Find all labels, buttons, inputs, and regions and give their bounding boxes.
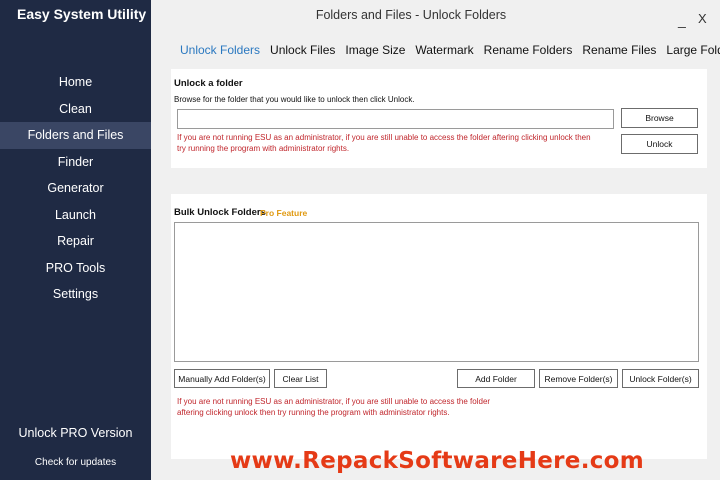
repack-watermark: www.RepackSoftwareHere.com	[230, 448, 645, 474]
tab-image-size[interactable]: Image Size	[345, 43, 405, 57]
sidebar-item-folders-and-files[interactable]: Folders and Files	[0, 122, 151, 149]
tab-rename-folders[interactable]: Rename Folders	[484, 43, 573, 57]
sidebar-item-finder[interactable]: Finder	[0, 149, 151, 176]
sidebar-item-clean[interactable]: Clean	[0, 96, 151, 123]
bulk-folder-list[interactable]	[174, 222, 699, 362]
bulk-unlock-heading: Bulk Unlock Folders	[174, 207, 266, 218]
browse-button[interactable]: Browse	[621, 108, 698, 128]
bulk-warning-line-2: aftering clicking unlock then try runnin…	[177, 408, 450, 417]
app-title: Easy System Utility	[17, 6, 147, 22]
check-updates-link[interactable]: Check for updates	[0, 457, 151, 468]
sidebar-item-generator[interactable]: Generator	[0, 175, 151, 202]
unlock-pro-link[interactable]: Unlock PRO Version	[0, 426, 151, 440]
unlock-folder-panel: Unlock a folder Browse for the folder th…	[171, 69, 707, 168]
folder-path-input[interactable]	[177, 109, 614, 129]
tab-bar: Unlock Folders Unlock Files Image Size W…	[180, 43, 720, 57]
close-button[interactable]: X	[698, 11, 707, 26]
unlock-warning-line-1: If you are not running ESU as an adminis…	[177, 133, 591, 142]
tab-large-folders[interactable]: Large Folders	[666, 43, 720, 57]
manually-add-folders-button[interactable]: Manually Add Folder(s)	[174, 369, 270, 388]
sidebar-item-home[interactable]: Home	[0, 69, 151, 96]
pro-feature-badge: Pro Feature	[260, 208, 308, 218]
main-area: Folders and Files - Unlock Folders _ X U…	[151, 0, 720, 480]
sidebar-nav: Home Clean Folders and Files Finder Gene…	[0, 69, 151, 308]
unlock-warning-line-2: try running the program with administrat…	[177, 144, 350, 153]
tab-watermark[interactable]: Watermark	[415, 43, 473, 57]
sidebar-item-repair[interactable]: Repair	[0, 228, 151, 255]
remove-folders-button[interactable]: Remove Folder(s)	[539, 369, 618, 388]
minimize-button[interactable]: _	[678, 12, 686, 28]
unlock-button[interactable]: Unlock	[621, 134, 698, 154]
tab-rename-files[interactable]: Rename Files	[582, 43, 656, 57]
unlock-folders-button[interactable]: Unlock Folder(s)	[622, 369, 699, 388]
add-folder-button[interactable]: Add Folder	[457, 369, 535, 388]
bulk-unlock-panel: Bulk Unlock Folders Pro Feature Manually…	[171, 194, 707, 459]
clear-list-button[interactable]: Clear List	[274, 369, 327, 388]
sidebar-item-launch[interactable]: Launch	[0, 202, 151, 229]
bulk-warning-line-1: If you are not running ESU as an adminis…	[177, 397, 491, 406]
unlock-folder-heading: Unlock a folder	[174, 78, 243, 89]
sidebar: Easy System Utility Home Clean Folders a…	[0, 0, 151, 480]
tab-unlock-folders[interactable]: Unlock Folders	[180, 43, 260, 57]
tab-unlock-files[interactable]: Unlock Files	[270, 43, 335, 57]
unlock-instructions: Browse for the folder that you would lik…	[174, 95, 415, 104]
sidebar-item-pro-tools[interactable]: PRO Tools	[0, 255, 151, 282]
sidebar-item-settings[interactable]: Settings	[0, 281, 151, 308]
window-title: Folders and Files - Unlock Folders	[315, 8, 507, 22]
